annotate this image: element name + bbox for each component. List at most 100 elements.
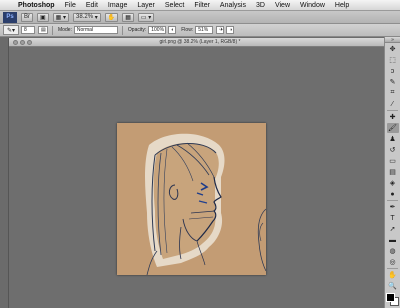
tools-panel: » ✥⬚ↄ✎⌗⁄✚🖌♟↺▭▤◈●✒T➚▬◍◎✋🔍 ◘ [384,37,400,308]
lasso-tool[interactable]: ↄ [387,66,399,76]
mode-label: Mode: [58,27,72,33]
opacity-pressure-toggle[interactable]: ◐ [168,26,177,34]
opacity-value: 100% [151,27,165,33]
foreground-color-swatch[interactable] [385,293,395,302]
zoom-tool[interactable]: 🔍 [387,281,399,291]
separator [52,25,53,35]
hand-tool-button[interactable]: ✋ [104,12,119,22]
zoom-icon: 🔍 [388,283,397,290]
arrange-icon: ▦ [125,14,131,21]
hand-icon: ✋ [388,272,397,279]
hand-tool[interactable]: ✋ [387,270,399,280]
sketch-artwork [117,123,267,276]
mode-select[interactable]: Normal [73,26,118,34]
tools-panel-grip[interactable]: » [385,37,400,43]
minibridge-icon: ▣ [40,14,46,21]
quick-select-icon: ✎ [389,79,396,86]
history-brush-icon: ↺ [389,147,396,154]
opacity-input[interactable]: 100% [148,26,167,34]
flow-input[interactable]: 51% [195,26,214,34]
eyedropper-tool[interactable]: ⁄ [387,99,399,109]
healing-icon: ✚ [389,114,396,121]
application-bar: Ps Br ▣ ▦ ▾ 38.2% ▾ ✋ ▦ ▭ ▾ [0,11,400,24]
menu-analysis[interactable]: Analysis [215,2,251,9]
clone-stamp-icon: ♟ [389,136,396,143]
menu-photoshop[interactable]: Photoshop [16,2,60,9]
document-title-bar[interactable]: girl.png @ 38.2% (Layer 1, RGB/8) * [9,38,391,47]
airbrush-icon: ✈ [219,27,224,33]
bridge-icon: Br [24,14,30,20]
close-window-icon[interactable] [13,40,18,45]
healing-tool[interactable]: ✚ [387,112,399,122]
zoom-window-icon[interactable] [27,40,32,45]
gradient-tool[interactable]: ▤ [387,167,399,177]
tool-list: ✥ ⬚ ↄ ✎ ⌗ ⁄ ✚ 🖌 ♟ ↺ ▭ ▤ ◈ ● ✒ T ➚ ▬ ◍ ◎ ✋ 🔍 [385,44,400,291]
launch-minibridge-button[interactable]: ▣ [37,12,49,22]
menu-file[interactable]: File [60,2,81,9]
brush-icon: 🖌 [388,125,397,132]
chevron-down-icon: ▾ [93,14,98,21]
launch-bridge-button[interactable]: Br [21,12,33,22]
3d-rotate-tool[interactable]: ◍ [387,246,399,256]
dodge-tool[interactable]: ● [387,189,399,199]
image-canvas[interactable] [117,123,267,276]
3d-orbit-tool[interactable]: ◎ [387,257,399,267]
crop-tool[interactable]: ⌗ [387,88,399,98]
brush-panel-icon: ▤ [41,27,46,33]
menu-filter[interactable]: Filter [189,2,215,9]
menu-select[interactable]: Select [160,2,189,9]
menu-layer[interactable]: Layer [132,2,160,9]
tool-preset-picker[interactable]: ✎▾ [3,25,19,35]
menu-help[interactable]: Help [330,2,354,9]
type-icon: T [390,214,395,222]
history-brush-tool[interactable]: ↺ [387,145,399,155]
type-tool[interactable]: T [387,213,399,223]
shape-tool[interactable]: ▬ [387,235,399,245]
brush-panel-toggle[interactable]: ▤ [38,26,48,34]
clone-stamp-tool[interactable]: ♟ [387,134,399,144]
view-extras-button[interactable]: ▦ ▾ [52,12,70,22]
flow-value: 51% [198,27,209,33]
move-icon: ✥ [389,46,396,53]
menu-window[interactable]: Window [295,2,330,9]
size-pressure-toggle[interactable]: ◑ [226,26,235,34]
crop-icon: ⌗ [390,89,395,96]
menu-view[interactable]: View [270,2,295,9]
photoshop-logo: Ps [3,11,17,23]
marquee-tool[interactable]: ⬚ [387,55,399,65]
tool-separator [387,200,398,201]
pressure-size-icon: ◑ [229,27,233,33]
brush-icon: ✎▾ [6,27,16,34]
quick-select-tool[interactable]: ✎ [387,77,399,87]
move-tool[interactable]: ✥ [387,44,399,54]
blur-icon: ◈ [389,180,396,187]
brush-tool[interactable]: 🖌 [386,123,399,133]
menu-edit[interactable]: Edit [81,2,103,9]
3d-orbit-icon: ◎ [389,259,396,266]
zoom-level-select[interactable]: 38.2% ▾ [73,12,101,22]
screen-mode-button[interactable]: ▭ ▾ [137,12,155,22]
menu-image[interactable]: Image [103,2,132,9]
brush-size-value: 8 [24,27,27,33]
menu-bar: Photoshop File Edit Image Layer Select F… [0,0,400,11]
color-swatches[interactable] [385,293,400,307]
eraser-tool[interactable]: ▭ [387,156,399,166]
tool-separator [387,110,398,111]
blur-tool[interactable]: ◈ [387,178,399,188]
pen-icon: ✒ [389,204,396,211]
arrange-documents-button[interactable]: ▦ [122,12,134,22]
hand-icon: ✋ [107,14,116,21]
flow-label: Flow: [181,27,194,33]
grid-icon: ▦ ▾ [55,14,67,21]
tool-separator [387,268,398,269]
dodge-icon: ● [390,190,395,198]
airbrush-toggle[interactable]: ✈ [216,26,225,34]
path-select-tool[interactable]: ➚ [387,224,399,234]
zoom-level-value: 38.2% [76,14,94,20]
menu-3d[interactable]: 3D [251,2,270,9]
minimize-window-icon[interactable] [20,40,25,45]
screen-mode-icon: ▭ ▾ [140,14,152,21]
brush-size-picker[interactable]: 8 [21,26,35,34]
pen-tool[interactable]: ✒ [387,202,399,212]
shape-icon: ▬ [389,236,396,244]
